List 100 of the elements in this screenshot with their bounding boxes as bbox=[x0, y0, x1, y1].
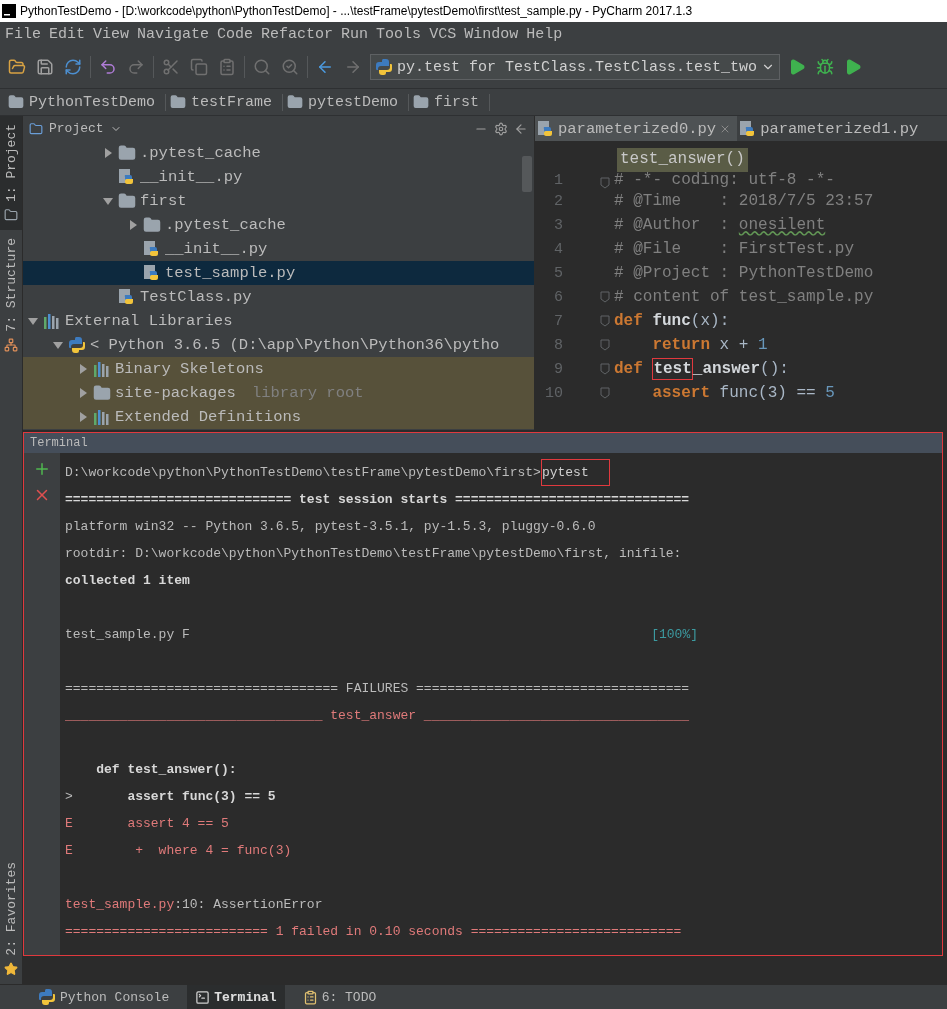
add-icon[interactable] bbox=[33, 460, 51, 478]
tree-row[interactable]: TestClass.py bbox=[23, 285, 534, 309]
folder-icon bbox=[8, 94, 24, 110]
window-title: PythonTestDemo - [D:\workcode\python\PythonTestDemo] - ...\testFrame\pytestDemo\first\test_sample.py - PyCharm 2017.1.3 bbox=[20, 4, 693, 18]
line-number: 10 bbox=[544, 384, 563, 402]
expand-arrow-icon[interactable] bbox=[77, 411, 89, 423]
libraries-icon bbox=[93, 409, 111, 425]
fold-icon[interactable] bbox=[600, 177, 610, 189]
pane-title[interactable]: Project bbox=[49, 121, 104, 136]
tree-row[interactable]: first bbox=[23, 189, 534, 213]
expand-arrow-icon[interactable] bbox=[77, 363, 89, 375]
breadcrumb[interactable]: PythonTestDemo bbox=[8, 93, 167, 111]
folder-icon bbox=[118, 144, 136, 162]
menu-item[interactable]: VCS bbox=[428, 25, 464, 43]
folder-icon bbox=[170, 94, 187, 110]
terminal-line: _________________________________ test_answer __________________________________ bbox=[65, 708, 690, 723]
tree-row[interactable]: Binary Skeletons bbox=[23, 357, 534, 381]
expand-arrow-icon[interactable] bbox=[102, 147, 114, 159]
python-logo-icon bbox=[375, 58, 393, 76]
menu-item[interactable]: Edit bbox=[48, 25, 93, 43]
menu-item[interactable]: Tools bbox=[375, 25, 429, 43]
fold-icon[interactable] bbox=[600, 339, 610, 351]
run-config-dropdown[interactable]: py.test for TestClass.TestClass.test_two bbox=[370, 54, 781, 80]
menu-item[interactable]: Refactor bbox=[260, 25, 341, 43]
collapse-arrow-icon[interactable] bbox=[102, 195, 114, 207]
python-file-icon bbox=[143, 240, 161, 258]
terminal-icon bbox=[195, 989, 211, 1005]
tree-note: library root bbox=[251, 384, 364, 402]
tree-label: .pytest_cache bbox=[140, 144, 261, 162]
panel-title: Terminal bbox=[30, 436, 88, 450]
structure-icon bbox=[4, 337, 18, 352]
terminal-line: platform win32 -- Python 3.6.5, pytest-3.5.1, py-1.5.3, pluggy-0.6.0 bbox=[65, 519, 596, 534]
tree-label: < Python 3.6.5 (D:\app\Python\Python36\pytho bbox=[90, 336, 500, 354]
tree-label: first bbox=[140, 192, 187, 210]
menu-item[interactable]: View bbox=[92, 25, 137, 43]
tree-row[interactable]: __init__.py bbox=[23, 237, 534, 261]
progress-text: [100%] bbox=[651, 627, 698, 642]
folder-icon bbox=[4, 208, 18, 222]
line-number: 1 bbox=[553, 172, 563, 189]
folder-icon bbox=[29, 121, 43, 136]
menu-item[interactable]: Help bbox=[525, 25, 570, 43]
menu-item[interactable]: Navigate bbox=[136, 25, 217, 43]
side-tab[interactable]: 1: Project bbox=[0, 116, 22, 230]
fold-icon[interactable] bbox=[600, 315, 610, 327]
scrollbar-thumb[interactable] bbox=[522, 156, 532, 192]
expand-arrow-icon[interactable] bbox=[127, 219, 139, 231]
tree-label: TestClass.py bbox=[140, 288, 252, 306]
tree-row[interactable]: .pytest_cache bbox=[23, 213, 534, 237]
terminal-line: def test_answer(): bbox=[95, 762, 237, 777]
tool-window-tab[interactable]: Terminal bbox=[187, 985, 285, 1009]
hide-icon[interactable] bbox=[514, 121, 528, 136]
collapse-arrow-icon[interactable] bbox=[27, 315, 39, 327]
code-line: def func(x): bbox=[614, 312, 730, 330]
terminal-line: E assert 4 == 5 bbox=[65, 816, 229, 831]
code-line: # @File : FirstTest.py bbox=[614, 240, 855, 258]
breadcrumb[interactable]: testFrame bbox=[170, 93, 284, 111]
menu-item[interactable]: File bbox=[4, 25, 48, 43]
editor-tab[interactable]: parameterized0.py bbox=[535, 116, 738, 141]
tool-window-tab[interactable]: Python Console bbox=[30, 985, 178, 1009]
tree-row[interactable]: < Python 3.6.5 (D:\app\Python\Python36\pytho bbox=[23, 333, 534, 357]
side-tab[interactable]: 7: Structure bbox=[0, 230, 22, 360]
tree-row[interactable]: External Libraries bbox=[23, 309, 534, 333]
fold-icon[interactable] bbox=[600, 291, 610, 303]
python-file-icon bbox=[118, 168, 136, 186]
terminal-line: ========================== 1 failed in 0.10 seconds =========================== bbox=[65, 924, 682, 939]
menu-item[interactable]: Code bbox=[216, 25, 261, 43]
folder-icon bbox=[287, 94, 304, 110]
collapse-arrow-icon[interactable] bbox=[52, 339, 64, 351]
tree-row[interactable]: .pytest_cache bbox=[23, 141, 534, 165]
expand-arrow-icon[interactable] bbox=[77, 387, 89, 399]
terminal-line: rootdir: D:\workcode\python\PythonTestDemo\testFrame\pytestDemo\first, inifile: bbox=[65, 546, 682, 561]
menu-item[interactable]: Window bbox=[463, 25, 526, 43]
tree-label: Extended Definitions bbox=[115, 408, 302, 426]
terminal-line: test_sample.py F bbox=[65, 627, 190, 642]
tree-label: test_sample.py bbox=[165, 264, 296, 282]
copy-icon[interactable] bbox=[188, 56, 210, 78]
terminal-line: D:\workcode\python\PythonTestDemo\testFrame\pytestDemo\first>pytest bbox=[65, 459, 610, 486]
breadcrumb[interactable]: pytestDemo bbox=[287, 93, 410, 111]
libraries-icon bbox=[93, 361, 111, 377]
breadcrumb[interactable]: first bbox=[413, 93, 491, 111]
tree-row[interactable]: __init__.py bbox=[23, 165, 534, 189]
tool-window-tab[interactable]: 6: TODO bbox=[294, 985, 385, 1009]
tree-row[interactable]: test_sample.py bbox=[23, 261, 534, 285]
settings-icon[interactable] bbox=[494, 121, 508, 136]
code-line: # -*- coding: utf-8 -*- bbox=[614, 172, 835, 189]
fold-icon[interactable] bbox=[600, 363, 610, 375]
folder-icon bbox=[93, 384, 111, 402]
side-tab[interactable]: 2: Favorites bbox=[0, 854, 22, 984]
line-number: 5 bbox=[553, 264, 563, 282]
tree-row[interactable]: site-packages library root bbox=[23, 381, 534, 405]
python-file-icon bbox=[537, 119, 555, 138]
menu-item[interactable]: Run bbox=[340, 25, 376, 43]
tree-row[interactable]: Extended Definitions bbox=[23, 405, 534, 429]
folder-icon bbox=[143, 216, 161, 234]
folder-icon bbox=[413, 94, 430, 110]
fold-icon[interactable] bbox=[600, 387, 610, 399]
method-breadcrumb: test_answer() bbox=[617, 148, 748, 172]
star-icon bbox=[4, 962, 18, 976]
terminal-line: =================================== FAILURES =================================== bbox=[65, 681, 690, 696]
line-number: 7 bbox=[553, 312, 563, 330]
